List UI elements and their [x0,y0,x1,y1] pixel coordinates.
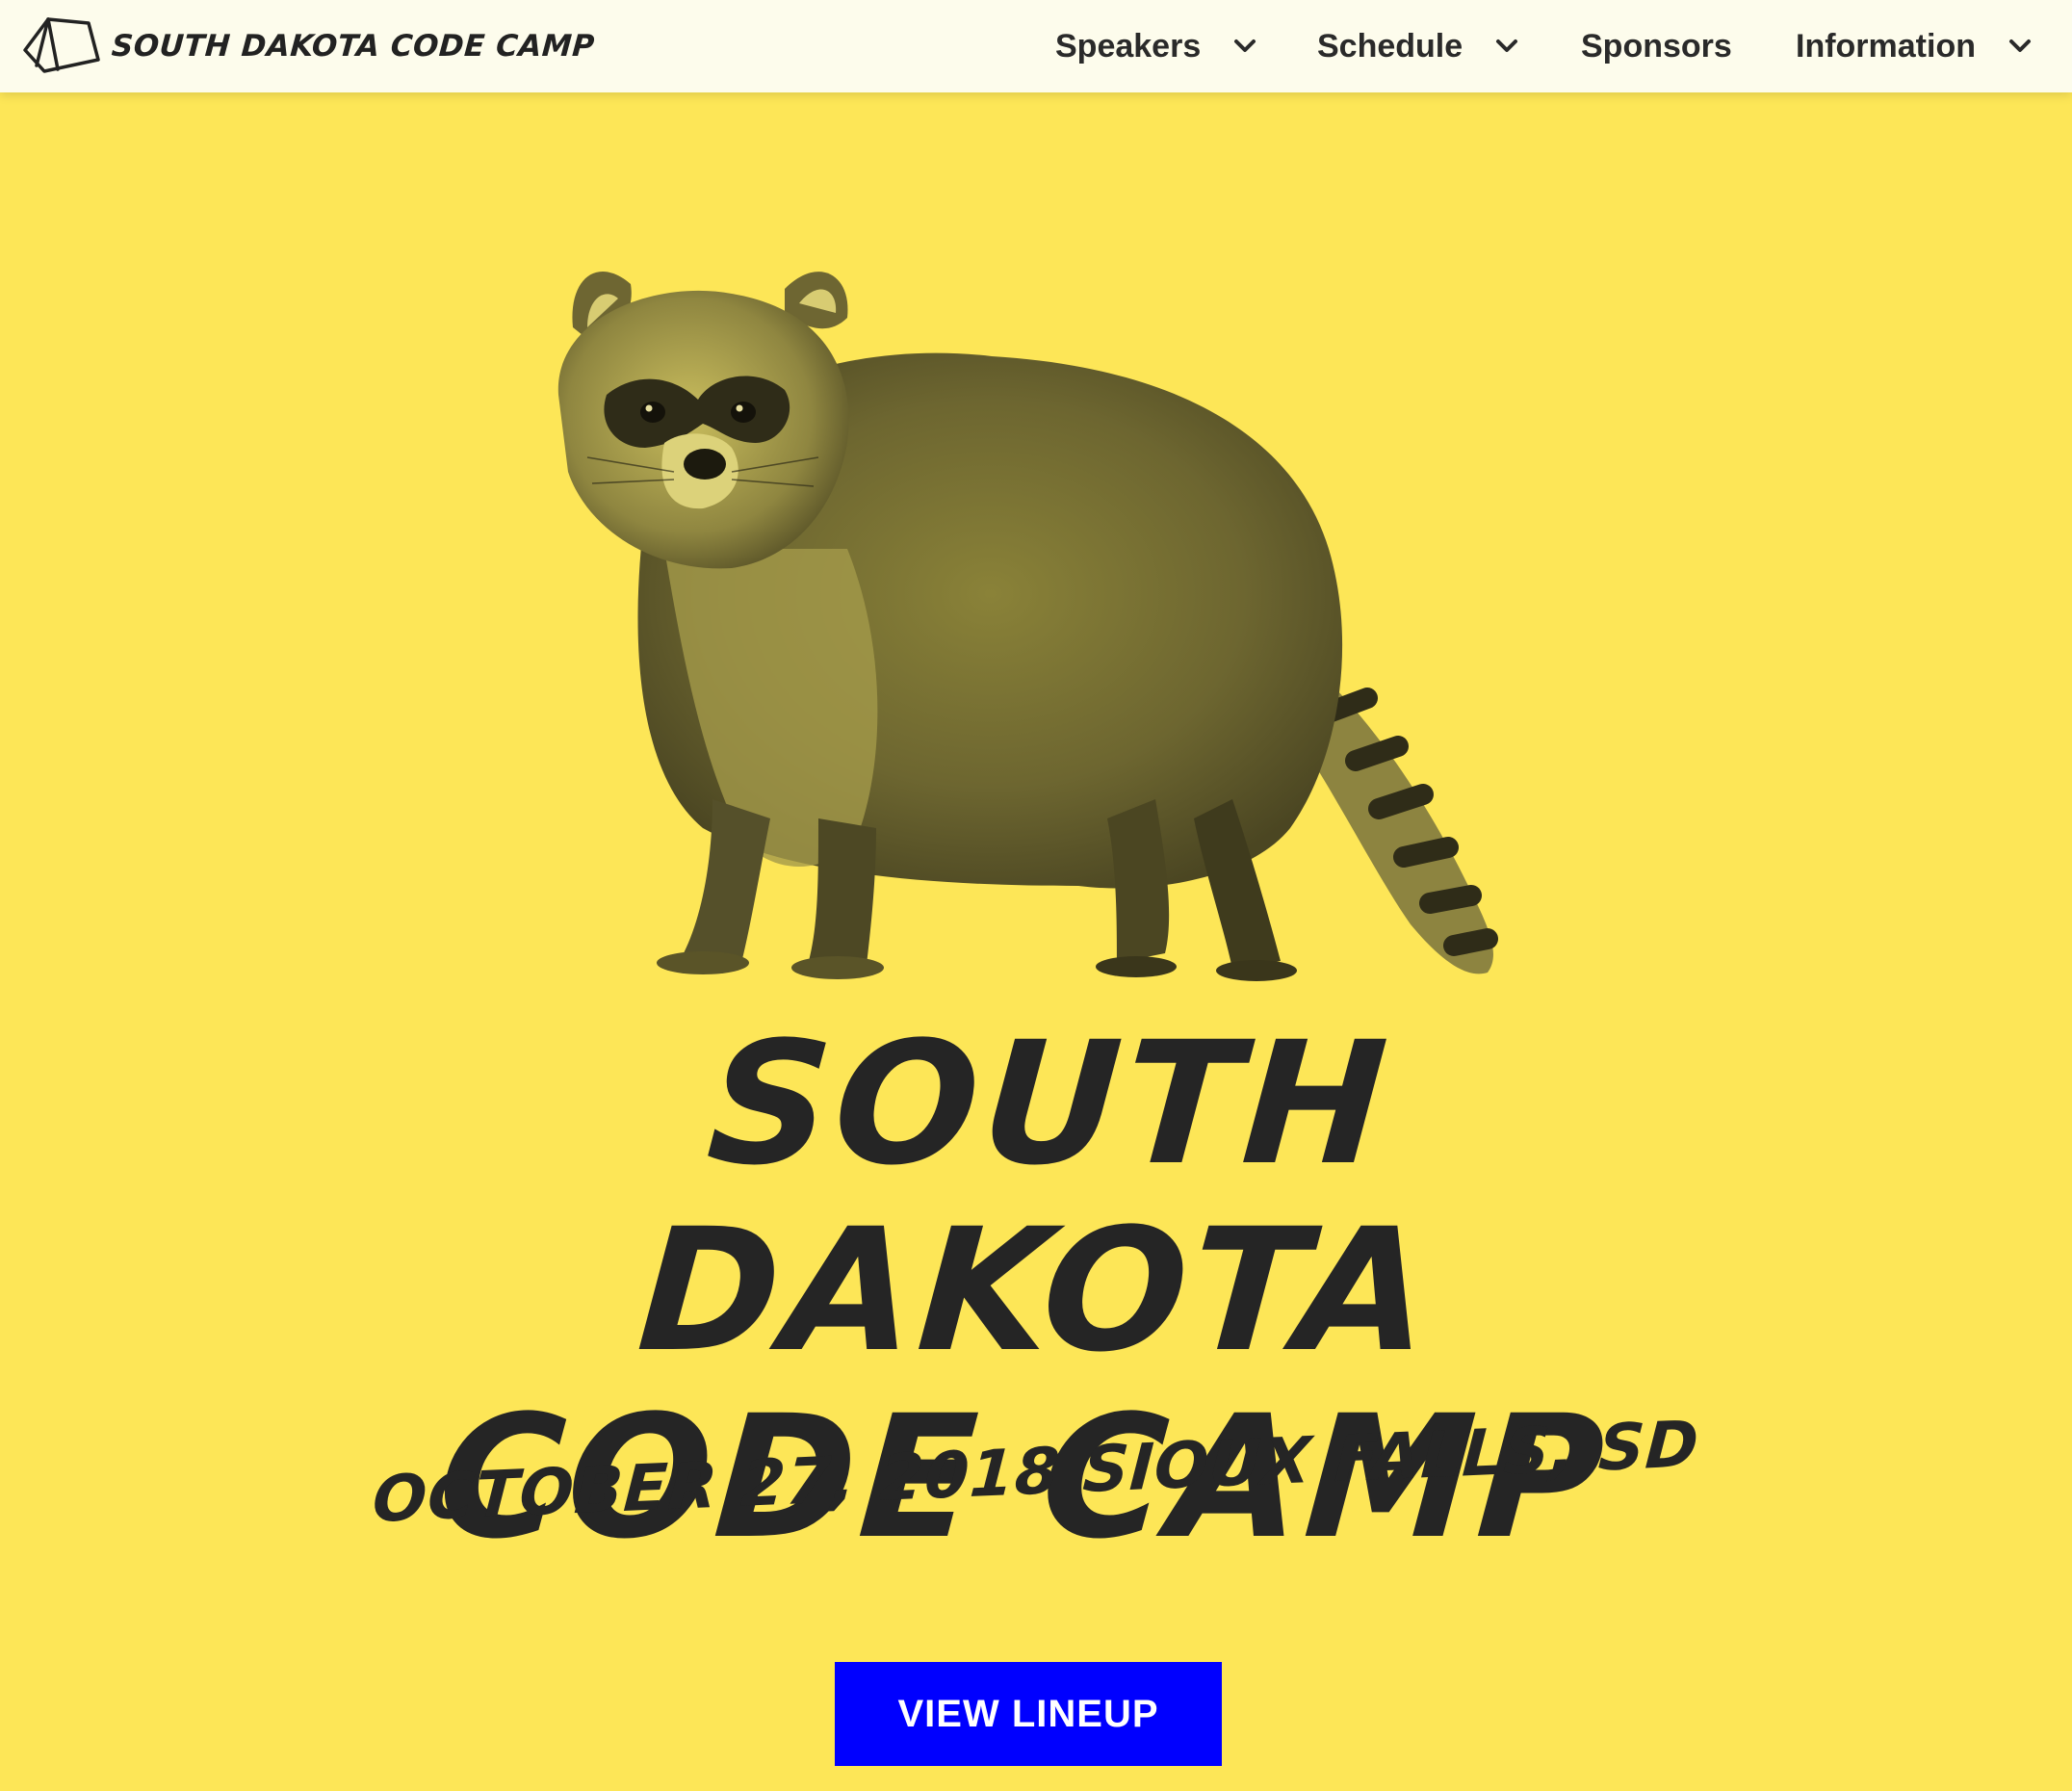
chevron-down-icon [2008,39,2031,52]
nav-sponsors-link[interactable]: Sponsors [1581,21,1732,71]
hero-title-line-1: SOUTH DAKOTA [633,1005,1440,1389]
nav-label-information: Information [1796,27,1976,65]
nav-speakers-dropdown[interactable]: Speakers [1055,21,1256,71]
nav-schedule-dropdown[interactable]: Schedule [1317,21,1518,71]
nav-information-dropdown[interactable]: Information [1796,21,2032,71]
brand-name: SOUTH DAKOTA CODE CAMP [110,29,596,64]
chevron-down-icon [1496,39,1518,52]
view-lineup-button[interactable]: VIEW LINEUP [835,1662,1222,1766]
tent-icon [23,17,100,73]
nav-label-schedule: Schedule [1317,27,1463,65]
top-navbar: SOUTH DAKOTA CODE CAMP Speakers Schedule… [0,0,2072,92]
chevron-down-icon [1234,39,1256,52]
brand-home-link[interactable]: SOUTH DAKOTA CODE CAMP [21,15,596,77]
nav-label-sponsors: Sponsors [1581,27,1732,65]
nav-label-speakers: Speakers [1055,27,1202,65]
raccoon-illustration [557,272,1498,981]
